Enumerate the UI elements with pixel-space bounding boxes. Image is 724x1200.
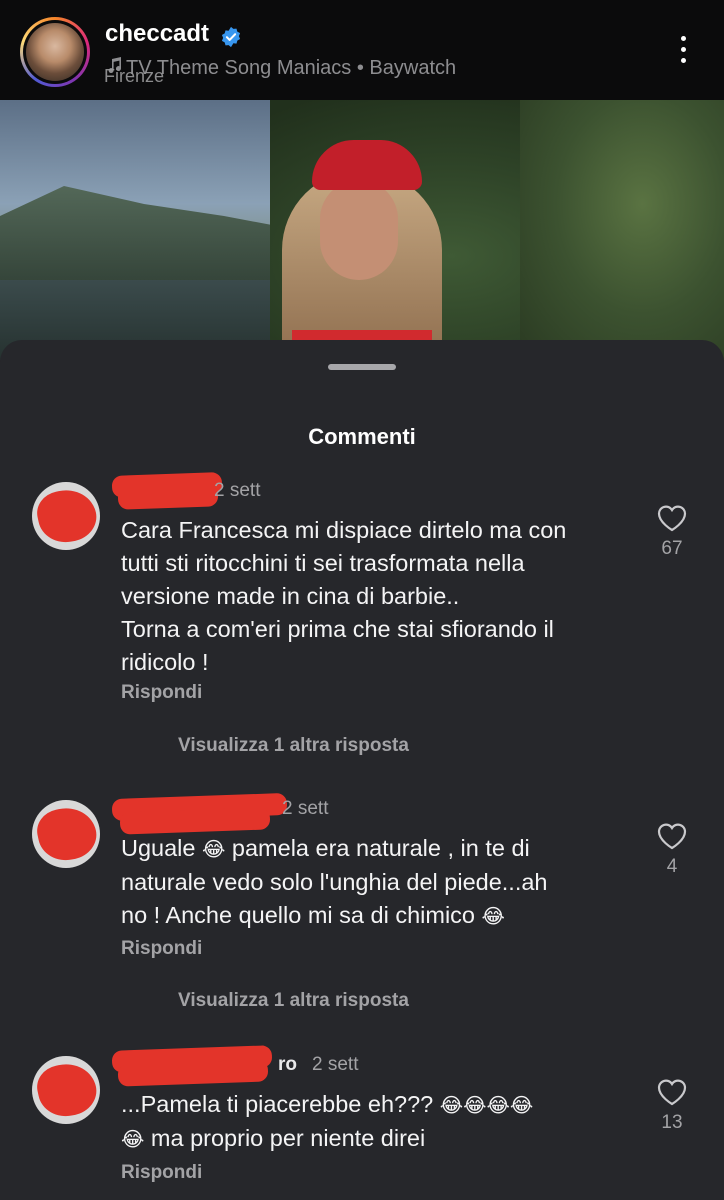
reply-button[interactable]: Rispondi	[121, 682, 202, 704]
comment-line: Cara Francesca mi dispiace dirtelo ma co…	[121, 517, 567, 543]
comment-line: versione made in cina di barbie..	[121, 583, 460, 609]
location-label[interactable]: Firenze	[104, 66, 164, 87]
laugh-emoji-icon: 😂	[509, 1093, 534, 1117]
more-options-icon[interactable]	[674, 36, 692, 70]
comment-text: Uguale 😂 pamela era naturale , in te di …	[121, 832, 631, 933]
post-photo	[0, 100, 724, 360]
comments-title: Commenti	[308, 424, 416, 449]
reply-button[interactable]: Rispondi	[121, 938, 202, 960]
photo-trees-right	[520, 100, 724, 360]
like-button[interactable]: 67	[652, 504, 692, 560]
username[interactable]: checcadt	[105, 20, 209, 48]
like-button[interactable]: 13	[652, 1078, 692, 1134]
laugh-emoji-icon: 😂	[202, 837, 226, 861]
laugh-emoji-icon: 😂	[439, 1093, 464, 1117]
comment-line: Torna a com'eri prima che stai sfiorando…	[121, 616, 554, 642]
avatar-image	[26, 23, 84, 81]
sheet-drag-handle[interactable]	[328, 364, 396, 370]
redacted-username-stroke	[117, 1059, 269, 1087]
heart-icon[interactable]	[656, 504, 688, 532]
comment-line: tutti sti ritocchini ti sei trasformata …	[121, 550, 525, 576]
view-replies-button[interactable]: Visualizza 1 altra risposta	[178, 735, 409, 757]
redacted-username-stroke	[119, 807, 271, 835]
heart-icon[interactable]	[656, 822, 688, 850]
laugh-emoji-icon: 😂	[463, 1093, 487, 1117]
redacted-username-stroke	[117, 484, 219, 510]
comment-line: 😂 ma proprio per niente direi	[121, 1125, 426, 1151]
laugh-emoji-icon: 😂	[486, 1093, 510, 1117]
reply-button[interactable]: Rispondi	[121, 1162, 202, 1184]
heart-icon[interactable]	[656, 1078, 688, 1106]
comment-line: naturale vedo solo l'unghia del piede...…	[121, 869, 548, 895]
comment-time: 2 sett	[282, 798, 329, 819]
like-button[interactable]: 4	[652, 822, 692, 878]
commenter-avatar[interactable]	[32, 800, 100, 868]
music-label: TV Theme Song Maniacs • Baywatch	[126, 57, 457, 79]
comment-line: ridicolo !	[121, 649, 209, 675]
comment-line: no ! Anche quello mi sa di chimico 😂	[121, 902, 505, 928]
comments-sheet: Commenti 2 sett Cara Francesca mi dispia…	[0, 340, 724, 1200]
like-count: 13	[661, 1112, 683, 1133]
comment-time: 2 sett	[214, 480, 261, 501]
profile-avatar[interactable]	[20, 17, 90, 87]
commenter-avatar[interactable]	[32, 1056, 100, 1124]
commenter-avatar[interactable]	[32, 482, 100, 550]
comment-text: ...Pamela ti piacerebbe eh??? 😂😂😂😂 😂 ma …	[121, 1088, 631, 1156]
comment-time: 2 sett	[312, 1054, 359, 1075]
laugh-emoji-icon: 😂	[121, 1127, 145, 1151]
comment-line: Uguale 😂 pamela era naturale , in te di	[121, 835, 530, 861]
post-header: checcadt TV Theme Song Maniacs • Baywatc…	[0, 0, 724, 100]
verified-badge-icon	[221, 26, 241, 48]
like-count: 4	[666, 856, 678, 877]
comment-text: Cara Francesca mi dispiace dirtelo ma co…	[121, 514, 631, 679]
comment-line: ...Pamela ti piacerebbe eh??? 😂😂😂😂	[121, 1091, 534, 1117]
view-replies-button[interactable]: Visualizza 1 altra risposta	[178, 990, 409, 1012]
laugh-emoji-icon: 😂	[481, 904, 505, 928]
photo-person	[262, 130, 462, 360]
like-count: 67	[661, 538, 683, 559]
comment-author-tail: ro	[278, 1054, 297, 1075]
